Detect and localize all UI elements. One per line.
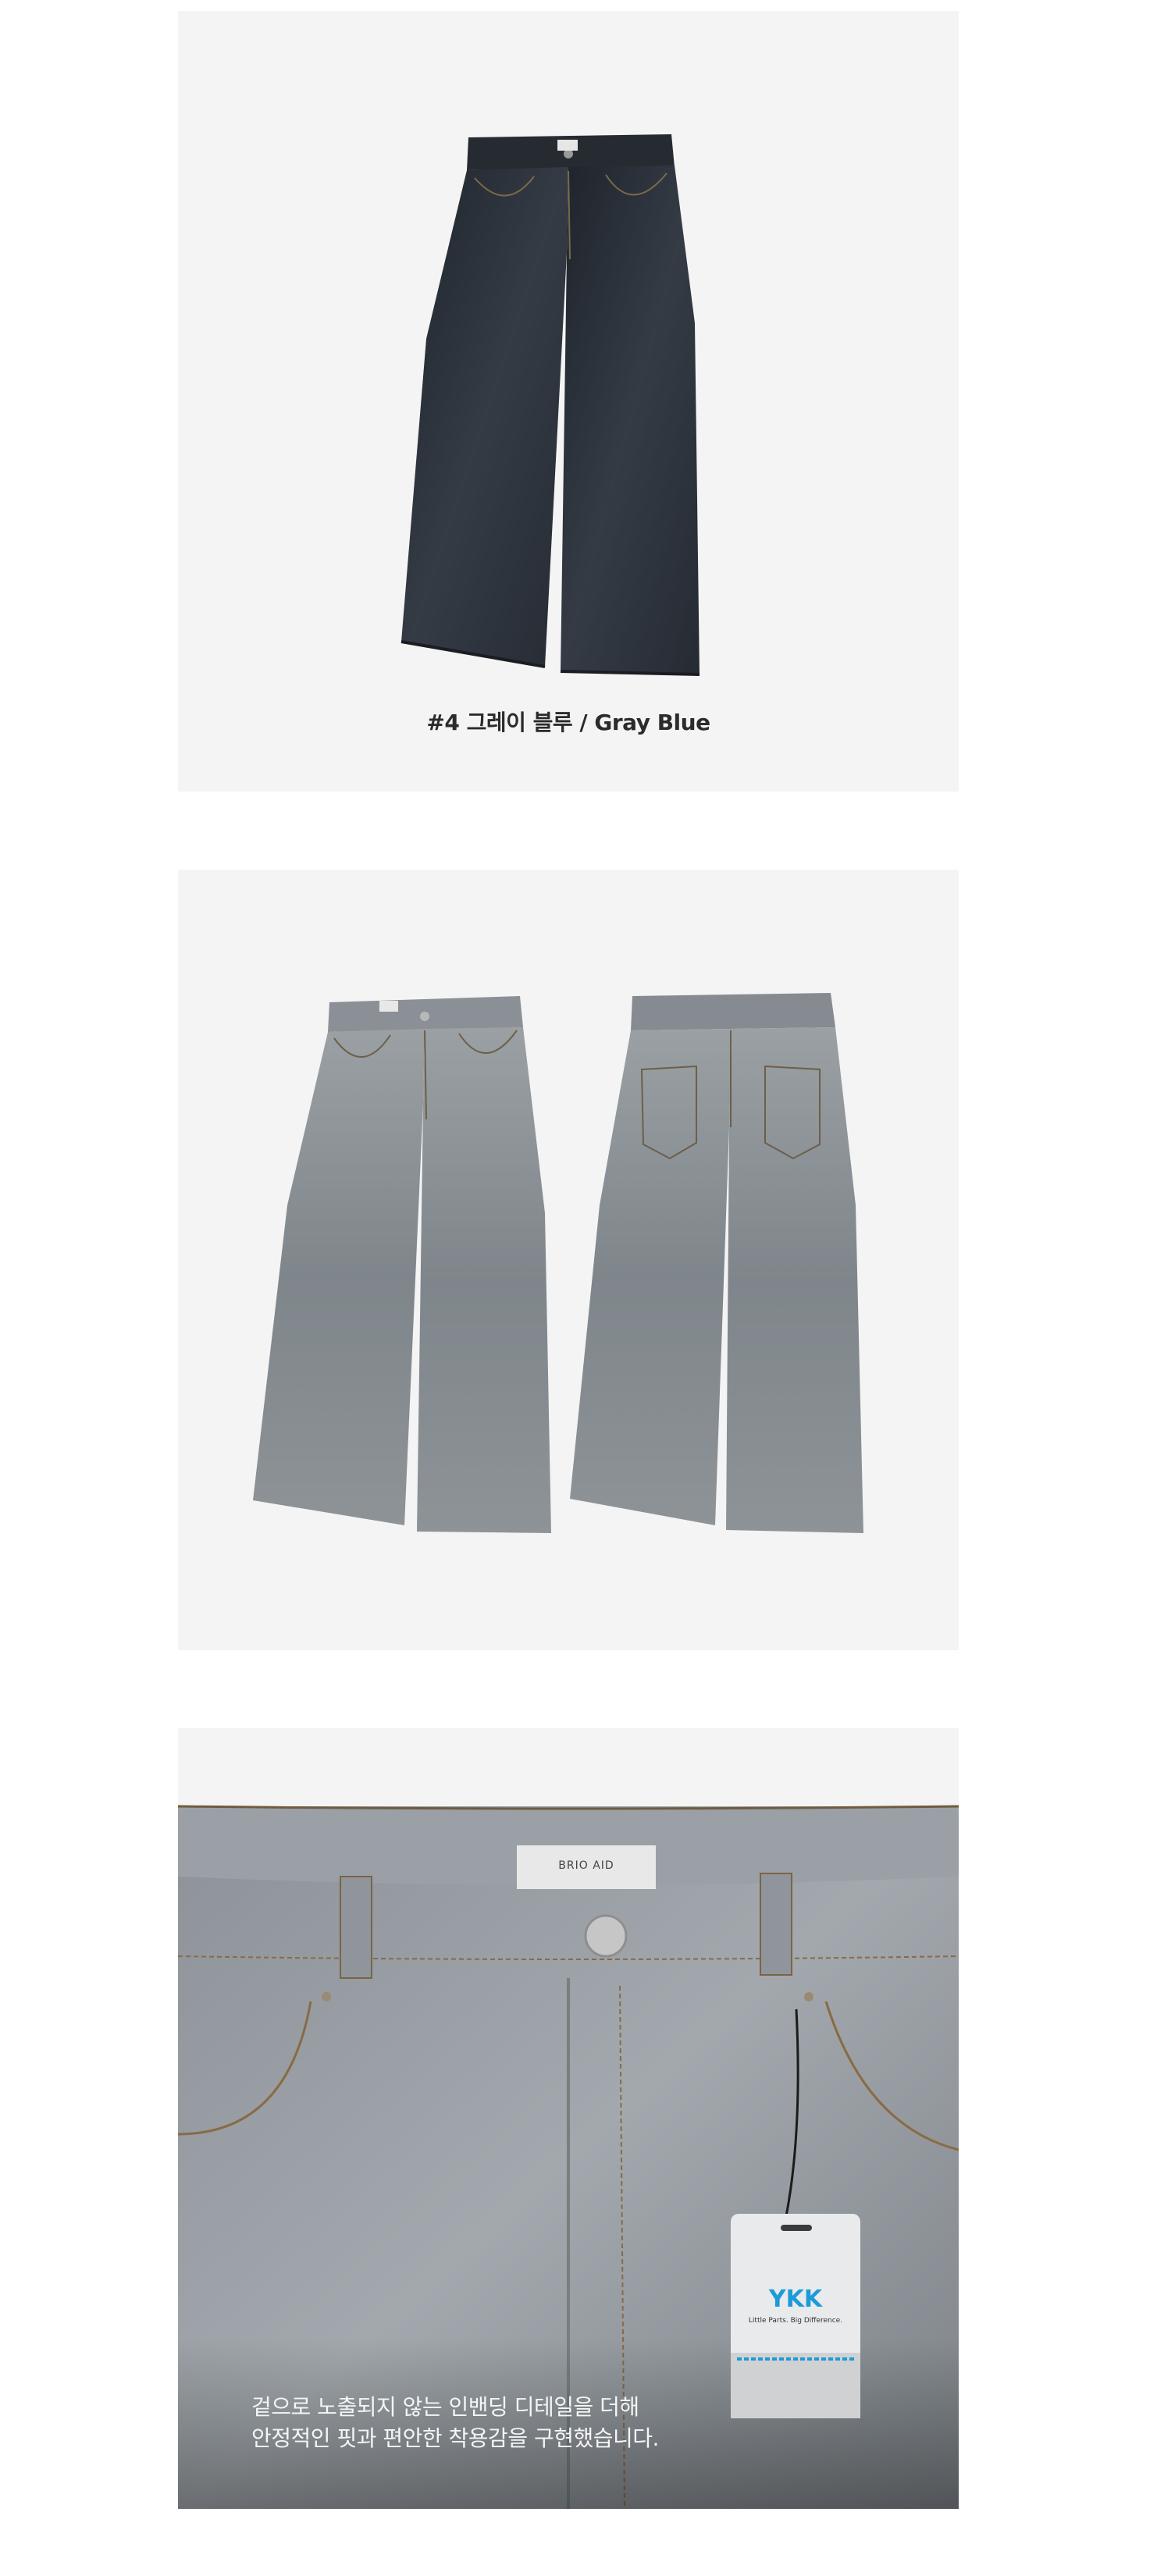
- product-image-panel-light: [178, 870, 959, 1650]
- front-view-jeans: [253, 996, 551, 1533]
- light-jeans-front-back-image: [253, 993, 863, 1533]
- product-color-caption: #4 그레이 블루 / Gray Blue: [426, 710, 710, 735]
- dark-jeans-image: [400, 134, 700, 676]
- ykk-hang-tag: [731, 2214, 860, 2418]
- back-view-jeans: [570, 993, 863, 1533]
- ykk-tagline: Little Parts. Big Difference.: [748, 2317, 843, 2325]
- description-line-2: 안정적인 핏과 편안한 착용감을 구현했습니다.: [251, 2425, 659, 2451]
- ykk-logo: YKK: [768, 2286, 823, 2313]
- description-line-1: 겉으로 노출되지 않는 인밴딩 디테일을 더해: [251, 2394, 639, 2420]
- detail-description: 겉으로 노출되지 않는 인밴딩 디테일을 더해 안정적인 핏과 편안한 착용감을…: [251, 2392, 659, 2454]
- brand-label-text: BRIO AID: [558, 1859, 614, 1872]
- waistband-detail-panel: BRIO AID YKK Little Parts. Big Differenc…: [178, 1728, 959, 2509]
- product-image-panel-dark: #4 그레이 블루 / Gray Blue: [178, 11, 959, 792]
